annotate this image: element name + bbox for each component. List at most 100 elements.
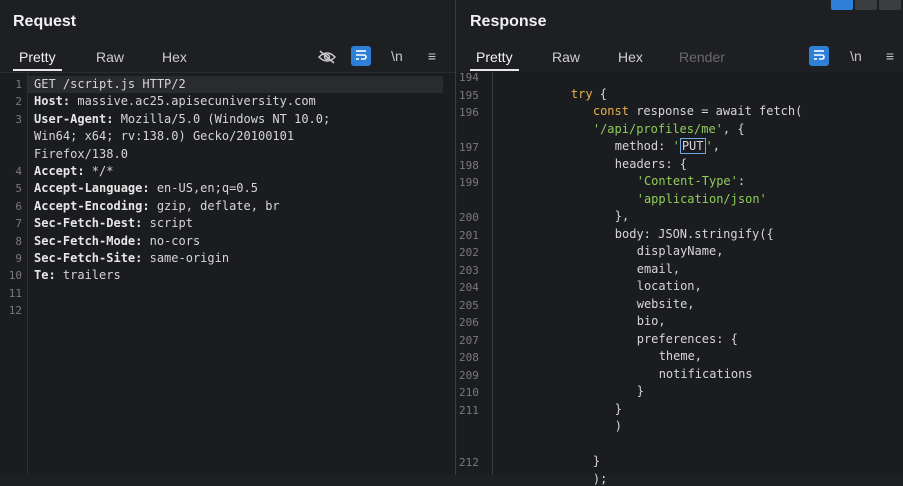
response-tab-render[interactable]: Render	[679, 49, 725, 65]
response-line: theme,	[659, 349, 702, 363]
header-value: no-cors	[142, 233, 201, 248]
response-line: preferences: {	[637, 332, 738, 346]
line-number: 204	[459, 281, 479, 294]
line-number: 2	[15, 95, 22, 109]
string-literal: '	[672, 139, 680, 153]
menu-icon[interactable]: ≡	[422, 46, 442, 66]
code-token: website,	[636, 296, 695, 311]
header-value: Mozilla/5.0 (Windows NT 10.0;	[113, 111, 331, 126]
code-token: location,	[636, 279, 702, 293]
layout-side-by-side-icon[interactable]	[831, 0, 853, 10]
newline-toggle-button[interactable]: \n	[386, 46, 408, 66]
response-line: );	[593, 472, 607, 486]
menu-icon[interactable]: ≡	[881, 46, 899, 66]
code-token: , {	[722, 121, 745, 136]
request-pane: Request Pretty Raw Hex \n ≡ 1 2 3 4 5 6 7 8 9 10 1…	[0, 0, 456, 475]
line-number: 11	[8, 286, 22, 300]
response-tabs: Pretty Raw Hex Render \n ≡	[457, 42, 903, 72]
line-number: 10	[8, 269, 22, 283]
line-number: 196	[459, 106, 479, 119]
request-line: Firefox/138.0	[34, 147, 128, 161]
code-token: response = await fetch(	[628, 104, 803, 118]
response-line: notifications	[659, 367, 753, 381]
header-value: GET /script.js HTTP/2	[34, 77, 186, 91]
response-line: headers: {	[615, 157, 687, 171]
line-number: 210	[459, 386, 479, 399]
request-line: Accept: */*	[34, 164, 113, 178]
response-tab-pretty[interactable]: Pretty	[470, 49, 519, 71]
header-value: same-origin	[142, 251, 230, 265]
string-literal: '/api/profiles/me'	[592, 121, 723, 136]
newline-toggle-button[interactable]: \n	[845, 46, 867, 66]
header-name: User-Agent:	[34, 111, 114, 126]
request-line: Win64; x64; rv:138.0) Gecko/20100101	[34, 129, 294, 143]
response-line: body: JSON.stringify({	[615, 227, 774, 241]
line-number: 211	[459, 403, 479, 417]
response-line: email,	[637, 262, 680, 276]
request-editor[interactable]: 1 2 3 4 5 6 7 8 9 10 11 12 GET /script.js HTTP/2 Hos…	[0, 72, 455, 475]
request-line: GET /script.js HTTP/2	[34, 77, 186, 91]
code-token: )	[614, 419, 623, 433]
header-name: Accept-Language:	[34, 181, 150, 196]
code-token: }	[592, 454, 601, 468]
request-line: Sec-Fetch-Dest: script	[34, 216, 193, 230]
eye-off-icon[interactable]	[316, 46, 338, 66]
response-line: },	[615, 209, 629, 223]
code-token: {	[592, 86, 608, 101]
response-line: }	[637, 384, 644, 398]
response-editor[interactable]: 194 195 196 197 198 199 200 201 202 203 204 205 206 2…	[457, 71, 903, 486]
code-token: :	[737, 174, 746, 188]
string-literal: 'application/json'	[636, 191, 767, 206]
code-token: ,	[712, 139, 720, 153]
line-number: 202	[459, 246, 479, 259]
request-tab-raw[interactable]: Raw	[96, 49, 124, 65]
response-line: website,	[637, 297, 695, 311]
response-tab-raw[interactable]: Raw	[552, 49, 580, 65]
response-line: method: ' PUT ',	[614, 138, 720, 154]
request-line: User-Agent: Mozilla/5.0 (Windows NT 10.0…	[34, 112, 330, 126]
keyword: try	[570, 86, 593, 101]
code-token: }	[636, 384, 644, 398]
code-token: method:	[614, 139, 673, 153]
header-value: en-US,en;q=0.5	[149, 181, 258, 196]
request-tab-pretty[interactable]: Pretty	[13, 49, 62, 71]
line-number: 1	[15, 78, 22, 91]
response-code[interactable]: try { const response = await fetch( '/api/…	[493, 72, 903, 486]
format-icon[interactable]	[809, 46, 829, 66]
line-number: 212	[459, 456, 479, 469]
header-value: Win64; x64; rv:138.0) Gecko/20100101	[34, 129, 295, 144]
code-token: theme,	[658, 349, 703, 363]
string-literal: '	[705, 139, 713, 153]
request-tab-hex[interactable]: Hex	[162, 49, 187, 65]
line-number: 201	[459, 228, 479, 242]
header-value: trailers	[55, 268, 121, 283]
line-number: 5	[15, 182, 22, 196]
request-line: Sec-Fetch-Site: same-origin	[34, 251, 229, 265]
format-icon[interactable]	[351, 46, 371, 66]
line-number: 195	[459, 88, 479, 102]
header-name: Accept-Encoding:	[34, 198, 150, 213]
request-title: Request	[13, 13, 77, 30]
layout-stacked-icon[interactable]	[855, 0, 877, 10]
header-name: Accept:	[34, 164, 85, 178]
line-number: 207	[459, 333, 479, 347]
line-number: 208	[459, 351, 479, 364]
request-code[interactable]: GET /script.js HTTP/2 Host: massive.ac25.…	[28, 73, 455, 475]
line-number: 9	[15, 252, 22, 265]
request-line-numbers: 1 2 3 4 5 6 7 8 9 10 11 12	[0, 73, 28, 475]
keyword: const	[592, 104, 629, 118]
line-number: 12	[8, 304, 22, 318]
line-number: 198	[459, 158, 479, 172]
response-line-numbers: 194 195 196 197 198 199 200 201 202 203 204 205 206 2…	[457, 71, 493, 475]
response-tab-hex[interactable]: Hex	[618, 49, 643, 65]
code-token: headers: {	[614, 156, 688, 171]
header-value: script	[142, 216, 193, 231]
line-number: 3	[15, 112, 22, 126]
layout-single-icon[interactable]	[879, 0, 901, 10]
response-line: }	[615, 402, 622, 416]
request-line: Accept-Language: en-US,en;q=0.5	[34, 181, 258, 195]
response-line: location,	[637, 279, 702, 293]
code-token: },	[614, 209, 630, 223]
request-tabs: Pretty Raw Hex \n ≡	[0, 42, 455, 72]
response-line: '/api/profiles/me', {	[593, 122, 745, 136]
